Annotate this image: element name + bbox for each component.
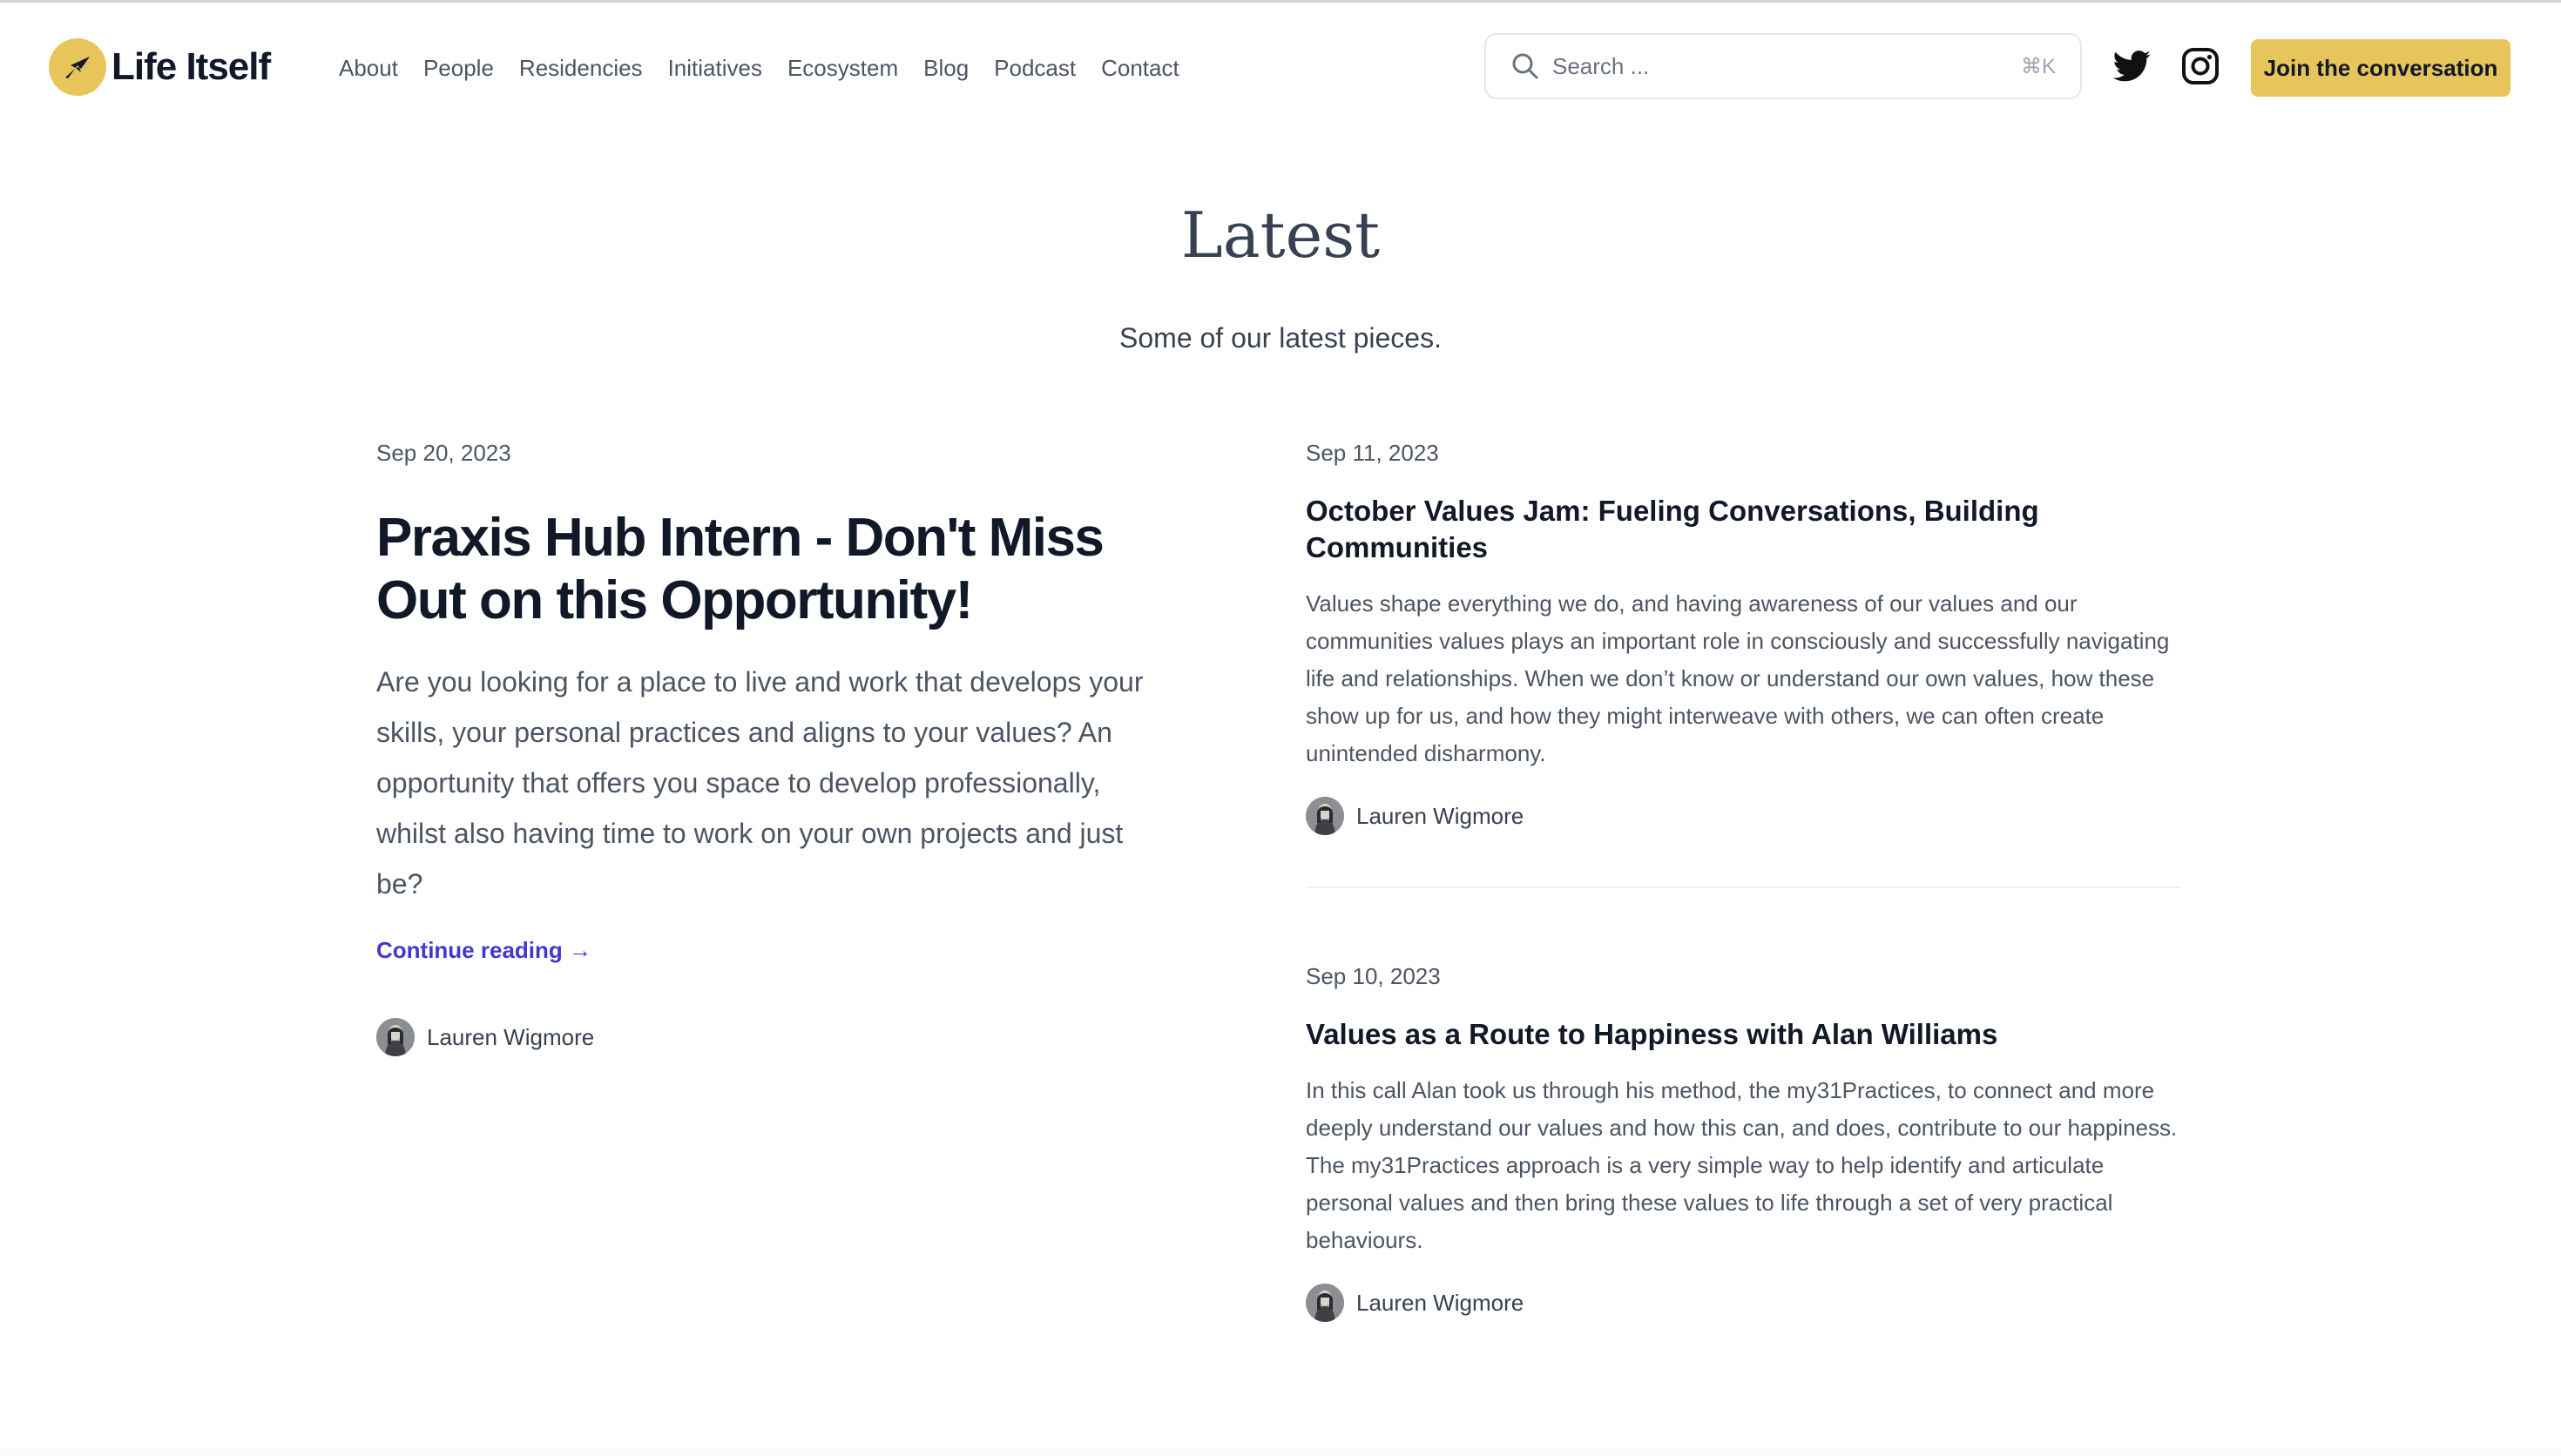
post-card: Sep 10, 2023 Values as a Route to Happin… [1306,963,2181,1322]
search-shortcut: ⌘K [2020,54,2056,78]
page-bottom [0,1449,2561,1456]
post-divider [1306,886,2181,888]
author-name: Lauren Wigmore [1356,802,1524,829]
page-title: Latest [1180,199,1381,272]
author-name: Lauren Wigmore [1356,1289,1524,1316]
continue-reading-link[interactable]: Continue reading → [376,937,591,964]
twitter-icon[interactable] [2112,46,2152,86]
post-author[interactable]: Lauren Wigmore [1306,797,2181,835]
nav-blog[interactable]: Blog [923,55,969,82]
nav-people[interactable]: People [423,55,494,82]
page-subtitle: Some of our latest pieces. [1119,322,1442,354]
post-date: Sep 10, 2023 [1306,963,1441,989]
instagram-icon[interactable] [2180,46,2220,86]
logo-text: Life Itself [111,45,271,88]
nav-residencies[interactable]: Residencies [519,55,643,82]
post-author[interactable]: Lauren Wigmore [376,1018,1169,1056]
post-date: Sep 11, 2023 [1306,440,1439,466]
author-avatar [1306,797,1344,835]
post-excerpt: Values shape everything we do, and havin… [1306,590,2170,766]
main-nav: About People Residencies Initiatives Eco… [339,55,1205,82]
author-avatar [376,1018,415,1056]
post-card: Sep 11, 2023 October Values Jam: Fueling… [1306,440,2181,835]
author-avatar [1306,1284,1344,1322]
post-author[interactable]: Lauren Wigmore [1306,1284,2181,1322]
post-excerpt: In this call Alan took us through his me… [1306,1077,2178,1253]
nav-podcast[interactable]: Podcast [994,55,1076,82]
search-box[interactable]: Search ... ⌘K [1484,33,2082,99]
featured-post-title[interactable]: Praxis Hub Intern - Don't Miss Out on th… [376,507,1169,632]
logo-link[interactable]: Life Itself [49,37,271,97]
nav-about[interactable]: About [339,55,398,82]
search-icon [1512,53,1538,79]
post-title[interactable]: Values as a Route to Happiness with Alan… [1306,1016,2181,1053]
swallow-logo-icon [49,38,106,96]
author-name: Lauren Wigmore [427,1023,595,1050]
nav-contact[interactable]: Contact [1101,55,1179,82]
site-header: Life Itself About People Residencies Ini… [0,3,2561,133]
search-placeholder: Search ... [1552,52,1650,79]
featured-post-excerpt: Are you looking for a place to live and … [376,666,1144,900]
featured-post: Sep 20, 2023 Praxis Hub Intern - Don't M… [376,440,1169,1056]
nav-ecosystem[interactable]: Ecosystem [787,55,898,82]
post-title[interactable]: October Values Jam: Fueling Conversation… [1306,493,2181,566]
nav-initiatives[interactable]: Initiatives [668,55,762,82]
post-date: Sep 20, 2023 [376,440,511,466]
join-conversation-button[interactable]: Join the conversation [2251,39,2510,97]
